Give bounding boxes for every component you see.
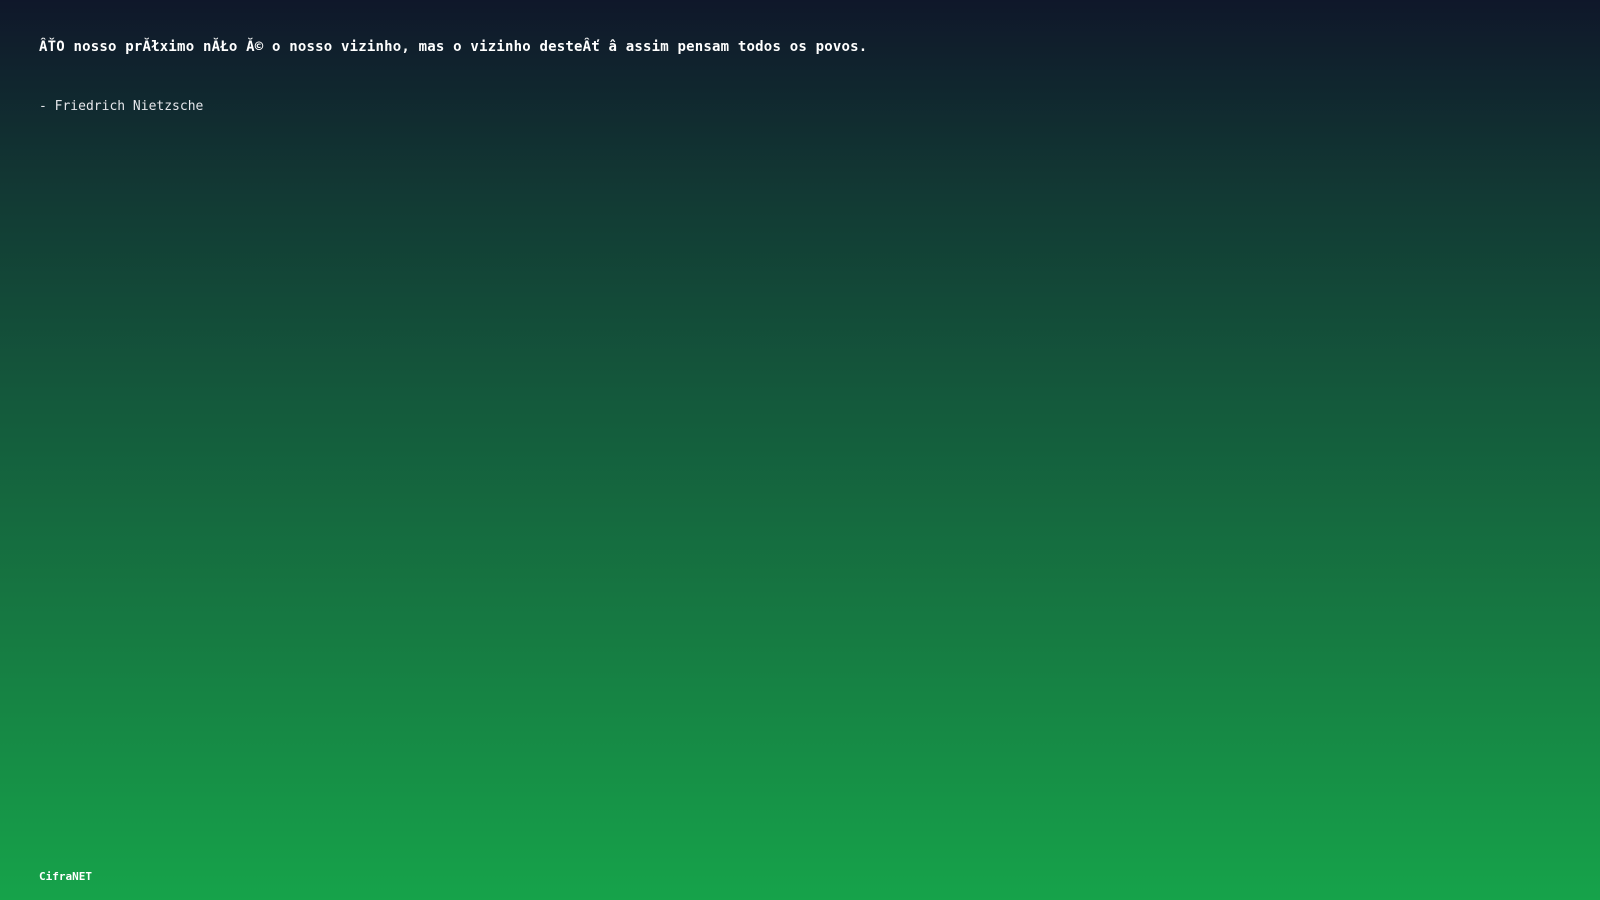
quote-text: ÂŤO nosso prĂłximo nĂŁo Ă© o nosso vizin… <box>39 39 868 55</box>
quote-author: - Friedrich Nietzsche <box>39 99 204 114</box>
brand-label: CifraNET <box>39 870 92 883</box>
quote-screen: ÂŤO nosso prĂłximo nĂŁo Ă© o nosso vizin… <box>0 0 1600 900</box>
